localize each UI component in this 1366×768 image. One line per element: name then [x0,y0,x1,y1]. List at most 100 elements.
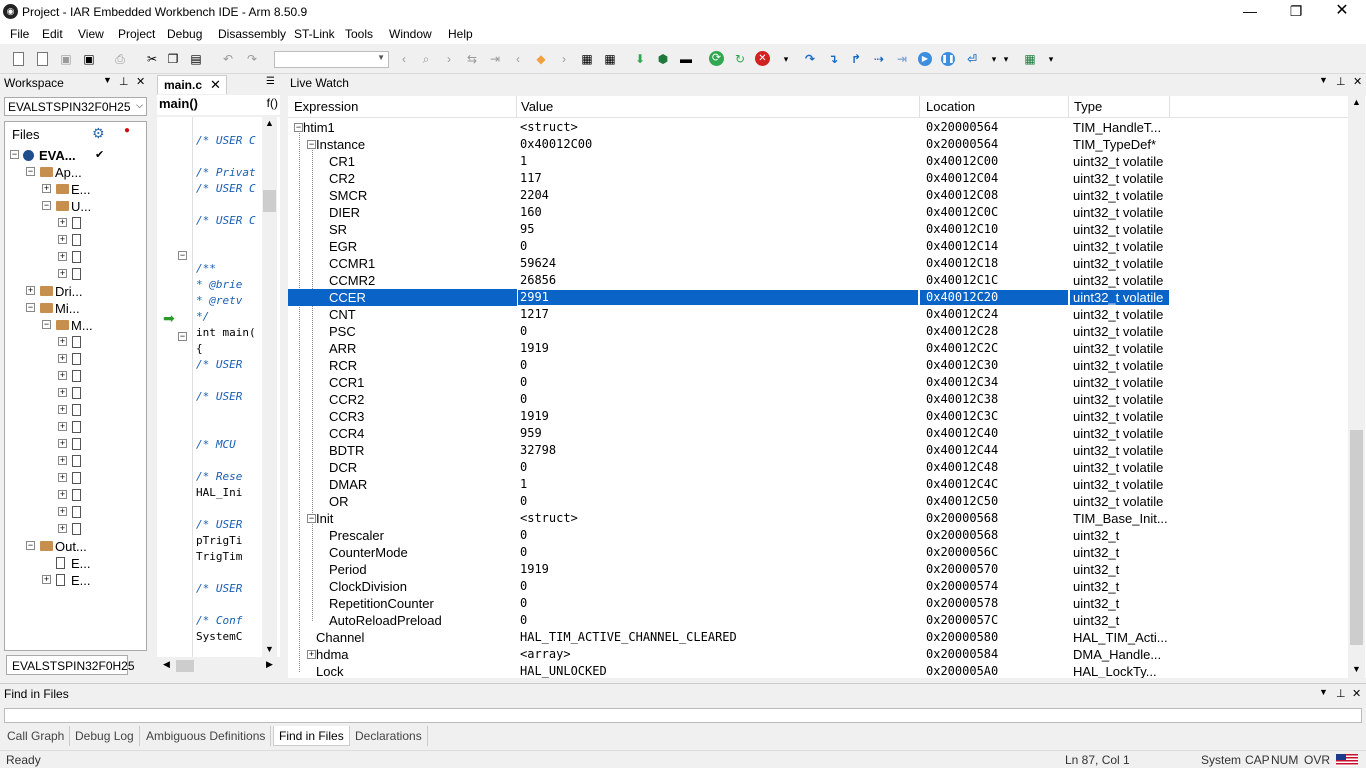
watch-row[interactable]: Lock HAL_UNLOCKED 0x200005A0 HAL_LockTy... [288,663,1170,678]
tree-item[interactable]: + [5,453,145,470]
compile-icon[interactable]: ▦ [579,51,595,67]
tree-item[interactable]: + [5,215,145,232]
tree-item[interactable]: − M... [5,317,145,334]
reset-debug-icon[interactable]: ⏎ [964,51,980,67]
find-icon[interactable]: ⌕ [418,51,434,67]
tree-item[interactable]: + [5,334,145,351]
close-icon[interactable]: ✕ [1352,687,1361,700]
expand-icon[interactable]: + [58,218,67,227]
watch-row[interactable]: DCR 0 0x40012C48 uint32_t volatile [288,459,1170,476]
expand-icon[interactable]: + [307,650,316,659]
pin-icon[interactable]: ⊥ [1336,75,1346,88]
menu-project[interactable]: Project [118,27,155,41]
replace-icon[interactable]: ⇆ [464,51,480,67]
watch-row[interactable]: CCER 2991 0x40012C20 uint32_t volatile [288,289,1170,306]
watch-row[interactable]: CR2 117 0x40012C04 uint32_t volatile [288,170,1170,187]
close-icon[interactable]: ✕ [210,77,221,93]
toolbar-combo[interactable]: ▼ [274,51,389,68]
tab-ambiguous-definitions[interactable]: Ambiguous Definitions [141,726,272,746]
cut-icon[interactable]: ✂ [144,51,160,67]
tree-item[interactable]: + [5,487,145,504]
watch-row[interactable]: CCMR1 59624 0x40012C18 uint32_t volatile [288,255,1170,272]
save-all-icon[interactable]: ▣ [81,51,97,67]
nav-forward-icon[interactable]: › [441,51,457,67]
column-expression[interactable]: Expression [294,99,358,121]
collapse-icon[interactable]: − [307,140,316,149]
open-file-icon[interactable] [37,52,48,66]
menu-edit[interactable]: Edit [42,27,63,41]
collapse-icon[interactable]: − [10,150,19,159]
close-icon[interactable]: ✕ [136,75,145,88]
tree-item[interactable]: + E... [5,181,145,198]
watch-row[interactable]: Channel HAL_TIM_ACTIVE_CHANNEL_CLEARED 0x2… [288,629,1170,646]
tree-item[interactable]: + [5,266,145,283]
watch-row[interactable]: DMAR 1 0x40012C4C uint32_t volatile [288,476,1170,493]
toolbar-options-icon[interactable]: ▾ [998,51,1014,67]
watch-row[interactable]: SR 95 0x40012C10 uint32_t volatile [288,221,1170,238]
next-statement-icon[interactable]: ⇢ [871,51,887,67]
watch-row[interactable]: CNT 1217 0x40012C24 uint32_t volatile [288,306,1170,323]
new-file-icon[interactable] [13,52,24,66]
tab-debug-log[interactable]: Debug Log [70,726,140,746]
editor-gutter[interactable]: − − [157,117,193,657]
column-location[interactable]: Location [926,99,975,121]
more-options-icon[interactable]: ▾ [778,51,794,67]
tree-item[interactable]: + [5,470,145,487]
collapse-icon[interactable]: − [26,303,35,312]
menu-file[interactable]: File [10,27,29,41]
watch-row[interactable]: − htim1 <struct> 0x20000564 TIM_HandleT... [288,119,1170,136]
collapse-icon[interactable]: − [42,320,51,329]
collapse-icon[interactable]: − [26,541,35,550]
workspace-config-select[interactable]: EVALSTSPIN32F0H25 ⌵ [4,97,147,116]
menu-debug[interactable]: Debug [167,27,202,41]
collapse-icon[interactable]: − [26,167,35,176]
watch-row[interactable]: BDTR 32798 0x40012C44 uint32_t volatile [288,442,1170,459]
expand-icon[interactable]: + [58,490,67,499]
menu-tools[interactable]: Tools [345,27,373,41]
tree-item[interactable]: + E... [5,572,145,589]
tree-item[interactable]: − Ap... [5,164,145,181]
stop-debug-icon[interactable]: ✕ [755,51,770,66]
live-watch-scroll-thumb[interactable] [1350,430,1363,645]
tree-item[interactable]: + [5,402,145,419]
editor-hscroll-thumb[interactable] [176,660,194,672]
tree-item[interactable]: + [5,419,145,436]
expand-icon[interactable]: + [58,252,67,261]
make-icon[interactable]: ▦ [602,51,618,67]
close-icon[interactable]: ✕ [1353,75,1362,88]
close-button[interactable]: ✕ [1319,0,1365,24]
paste-icon[interactable]: ▤ [188,51,204,67]
expand-icon[interactable]: + [58,456,67,465]
column-type[interactable]: Type [1074,99,1102,121]
watch-row[interactable]: CCMR2 26856 0x40012C1C uint32_t volatile [288,272,1170,289]
editor-vscroll-thumb[interactable] [263,190,276,212]
expand-icon[interactable]: + [42,184,51,193]
maximize-button[interactable]: ❐ [1273,0,1319,24]
tree-item[interactable]: + [5,351,145,368]
run-icon[interactable]: ▶ [918,52,932,66]
expand-icon[interactable]: + [58,507,67,516]
nav-back-icon[interactable]: ‹ [396,51,412,67]
layout-options-icon[interactable]: ▾ [1043,51,1059,67]
watch-row[interactable]: CR1 1 0x40012C00 uint32_t volatile [288,153,1170,170]
tab-find-in-files[interactable]: Find in Files [273,726,350,746]
watch-row[interactable]: CCR2 0 0x40012C38 uint32_t volatile [288,391,1170,408]
prev-bookmark-icon[interactable]: ‹ [510,51,526,67]
watch-row[interactable]: RepetitionCounter 0 0x20000578 uint32_t [288,595,1170,612]
watch-row[interactable]: CounterMode 0 0x2000056C uint32_t [288,544,1170,561]
step-over-icon[interactable]: ↷ [802,51,818,67]
collapse-icon[interactable]: − [294,123,303,132]
tree-item[interactable]: − Mi... [5,300,145,317]
tree-item[interactable]: + [5,436,145,453]
download-icon[interactable]: ⬇ [632,51,648,67]
tree-item[interactable]: + [5,385,145,402]
tree-item[interactable]: − Out... [5,538,145,555]
tab-list-icon[interactable]: ☰ [266,76,275,87]
save-icon[interactable]: ▣ [58,51,74,67]
expand-icon[interactable]: + [58,473,67,482]
tree-item[interactable]: + [5,249,145,266]
chevron-down-icon[interactable]: ▼ [1319,75,1328,85]
watch-row[interactable]: CCR4 959 0x40012C40 uint32_t volatile [288,425,1170,442]
expand-icon[interactable]: + [26,286,35,295]
watch-row[interactable]: PSC 0 0x40012C28 uint32_t volatile [288,323,1170,340]
